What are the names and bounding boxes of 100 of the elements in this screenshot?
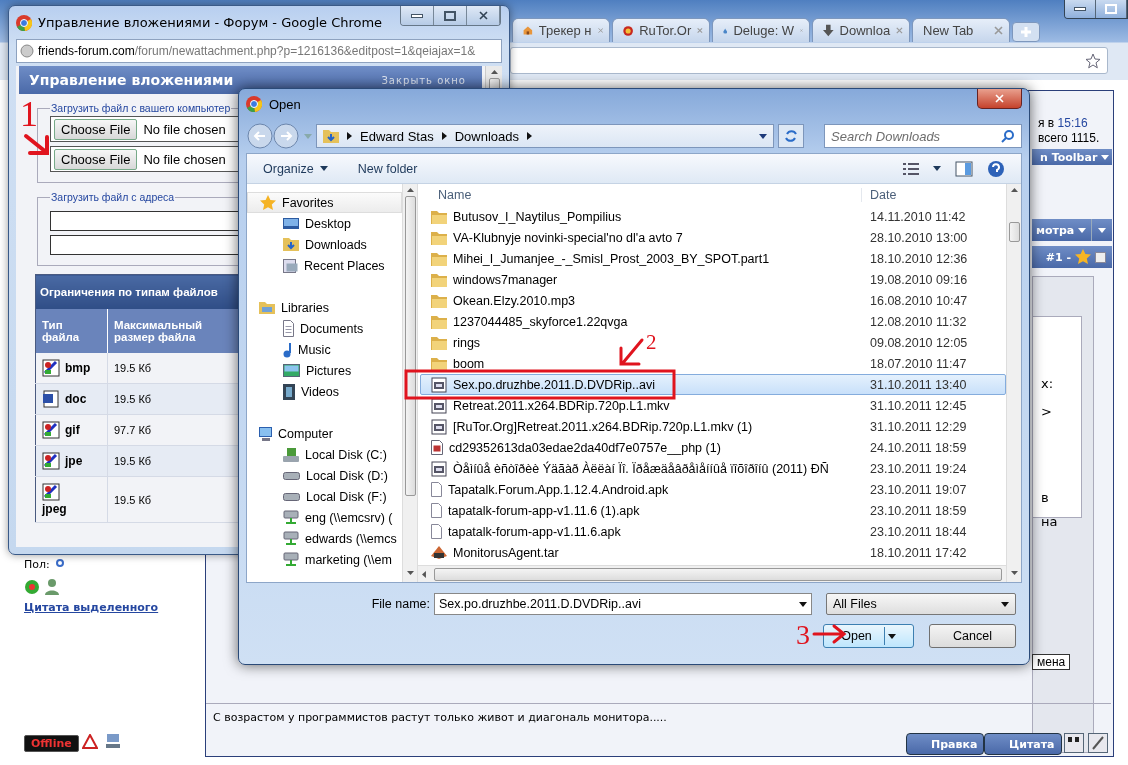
file-status: No file chosen (143, 151, 226, 167)
annotation-number: 1 (20, 96, 38, 132)
view-mode-menu[interactable]: мотра (1032, 219, 1112, 241)
file-type: jpe (65, 454, 83, 468)
file-row[interactable]: Butusov_I_Naytilus_Pompilius 14.11.2010 11:42 (420, 206, 1006, 227)
editor-text: х: (1041, 376, 1054, 391)
nav-item[interactable]: Recent Places (247, 255, 402, 276)
file-row[interactable]: Òåìíûå èñòîðèè Ýäãàð Àëëàí Ïî. Ïðåæäåâðåìåííûå ïîõîðîíû (2011) ÐÑ 23.10.2011 19:24 (420, 458, 1006, 479)
file-type-dropdown[interactable]: All Files (826, 593, 1016, 615)
file-row[interactable]: rings 2 09.08.2010 12:05 (420, 332, 1006, 353)
nav-group[interactable]: Computer (247, 423, 402, 444)
file-name: cd29352613da03edae2da40df7e0757e__php (1) (449, 440, 721, 455)
nav-item[interactable]: Pictures (247, 360, 402, 381)
file-name: tapatalk-forum-app-v1.11.6 (1).apk (448, 503, 640, 518)
last-visit-text: я в 15:16 (1038, 116, 1088, 130)
nav-item[interactable]: eng (\\emcsrv) ( (247, 507, 402, 528)
file-row[interactable]: Sex.po.druzhbe.2011.D.DVDRip..avi 31.10.2011 13:40 (420, 374, 1006, 395)
file-row[interactable]: cd29352613da03edae2da40df7e0757e__php (1) 24.10.2011 18:59 (420, 437, 1006, 458)
file-date: 16.08.2010 10:47 (869, 293, 968, 308)
nav-group[interactable]: Favorites (247, 192, 402, 213)
post-number[interactable]: #1 - (1045, 250, 1071, 264)
file-name: Mihei_I_Jumanjee_-_Smisl_Prost_2003_BY_SPOT.part1 (453, 251, 770, 266)
annotation-number: 2 (646, 332, 657, 353)
file-row[interactable]: Mihei_I_Jumanjee_-_Smisl_Prost_2003_BY_SPOT.part1 18.10.2010 12:36 (420, 248, 1006, 269)
file-name: Sex.po.druzhbe.2011.D.DVDRip..avi (453, 377, 655, 392)
nav-item[interactable]: edwards (\\emcs (247, 528, 402, 549)
toolbar-menu[interactable]: n Toolbar (1032, 149, 1112, 165)
post-action-button[interactable]: Цитата (984, 733, 1062, 755)
file-date: 18.07.2010 11:47 (869, 356, 967, 371)
nav-item[interactable]: marketing (\\em (247, 549, 402, 570)
browser-tab[interactable]: New Tab (912, 18, 1010, 42)
breadcrumb-item[interactable]: Downloads (454, 128, 520, 144)
breadcrumb-item[interactable]: Edward Stas (360, 128, 434, 144)
file-row[interactable]: Retreat.2011.x264.BDRip.720p.L1.mkv 31.10.2011 12:45 (420, 395, 1006, 416)
max-size: 19.5 Кб (113, 455, 152, 467)
close-window-link[interactable]: Закрыть окно (381, 74, 466, 86)
cancel-button[interactable]: мена (1032, 654, 1071, 670)
file-date: 14.11.2010 11:42 (869, 209, 966, 224)
nav-item[interactable]: Local Disk (D:) (247, 465, 402, 486)
browser-tab[interactable]: RuTor.Or (612, 18, 710, 42)
file-date: 19.08.2010 09:16 (869, 272, 968, 287)
file-row[interactable]: 1237044485_skyforce1.22qvga 12.08.2010 11:32 (420, 311, 1006, 332)
file-date: 12.08.2010 11:32 (869, 314, 967, 329)
file-row[interactable]: tapatalk-forum-app-v1.11.6.apk 23.10.2011 18:44 (420, 521, 1006, 542)
max-size: 19.5 Кб (113, 393, 152, 405)
search-field[interactable]: Search Downloads (824, 124, 1022, 148)
file-date: 09.08.2010 12:05 (869, 335, 968, 350)
gender-label: Пол: (24, 558, 50, 571)
browser-tab[interactable]: Downloa (812, 18, 910, 42)
quote-selection-link[interactable]: Цитата выделенного (24, 601, 159, 614)
nav-item[interactable]: Local Disk (C:) (247, 444, 402, 465)
file-name-field[interactable]: Sex.po.druzhbe.2011.D.DVDRip..avi (434, 593, 812, 615)
dialog-title: Open (269, 96, 301, 112)
panel-title: Управление вложениями (29, 72, 234, 88)
file-type: jpeg (42, 502, 67, 516)
file-row[interactable]: boom 18.07.2010 11:47 (420, 353, 1006, 374)
window-title: Управление вложениями - Форум - Google Chrome (38, 15, 383, 30)
file-row[interactable]: tapatalk-forum-app-v1.11.6 (1).apk 23.10.2011 18:59 (420, 500, 1006, 521)
file-name: [RuTor.Org]Retreat.2011.x264.BDRip.720p.L1.mkv (1) (453, 419, 753, 434)
nav-item[interactable]: Local Disk (F:) (247, 486, 402, 507)
file-row[interactable]: Tapatalk.Forum.App.1.12.4.Android.apk 23.10.2011 19:07 (420, 479, 1006, 500)
file-row[interactable]: MonitorusAgent.tar 18.10.2011 17:42 (420, 542, 1006, 563)
file-date: 23.10.2011 18:59 (869, 503, 967, 518)
url-field[interactable]: friends-forum.com/forum/newattachment.php?p=1216136&editpost=1&qeiajax=1& (16, 39, 502, 63)
nav-item[interactable]: Documents (247, 318, 402, 339)
nav-item[interactable]: Downloads (247, 234, 402, 255)
group-legend: Загрузить файл с адреса (50, 191, 176, 203)
editor-text: в (1041, 490, 1049, 505)
editor-text: > (1041, 404, 1052, 419)
column-header[interactable]: Date (862, 188, 897, 202)
file-name: Retreat.2011.x264.BDRip.720p.L1.mkv (453, 398, 670, 413)
file-name: boom (453, 356, 485, 371)
file-type: doc (65, 392, 87, 406)
new-folder-button[interactable]: New folder (357, 161, 418, 176)
max-size: 19.5 Кб (113, 362, 152, 374)
file-date: 23.10.2011 19:07 (869, 482, 967, 497)
nav-item[interactable]: Videos (247, 381, 402, 402)
column-header: Максимальный размер файла (113, 319, 204, 343)
file-name: 1237044485_skyforce1.22qvga (453, 314, 628, 329)
choose-file-button[interactable]: Choose File (54, 148, 138, 170)
browser-tab[interactable]: Deluge: W (712, 18, 810, 42)
browser-tab[interactable]: Трекер н (512, 18, 610, 42)
file-date: 18.10.2011 17:42 (869, 545, 967, 560)
file-name: Tapatalk.Forum.App.1.12.4.Android.apk (448, 482, 669, 497)
file-date: 24.10.2011 18:59 (869, 440, 967, 455)
choose-file-button[interactable]: Choose File (54, 118, 138, 140)
column-header[interactable]: Name (418, 188, 862, 202)
post-action-button[interactable]: Правка (906, 733, 985, 755)
breadcrumb-bar[interactable]: Edward Stas Downloads (316, 124, 774, 148)
file-row[interactable]: [RuTor.Org]Retreat.2011.x264.BDRip.720p.L1.mkv (1) 31.10.2011 12:29 (420, 416, 1006, 437)
file-date: 23.10.2011 18:44 (869, 524, 967, 539)
max-size: 97.7 Кб (113, 424, 152, 436)
signature-text: С возрастом у программистов растут только живот и диагональ монитора..... (213, 711, 667, 724)
cancel-button[interactable]: Cancel (929, 624, 1016, 648)
file-row[interactable]: VA-Klubnyje novinki-special'no dl'a avto 7 28.10.2010 13:00 (420, 227, 1006, 248)
column-header: Тип файла (42, 319, 81, 343)
file-date: 31.10.2011 13:40 (869, 377, 967, 392)
nav-item[interactable]: Desktop (247, 213, 402, 234)
nav-item[interactable]: Music (247, 339, 402, 360)
group-legend: Загрузить файл с вашего компьютер (50, 102, 232, 114)
